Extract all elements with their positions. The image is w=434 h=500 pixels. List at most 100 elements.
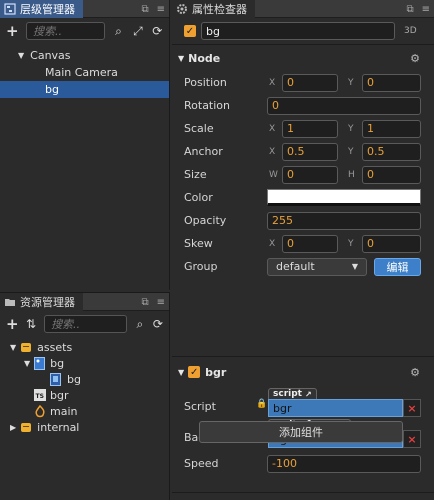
refresh-icon[interactable]: ⟳ <box>152 24 163 38</box>
script-type-label: script <box>273 389 302 399</box>
script-asset-field[interactable]: bgr <box>268 399 403 417</box>
clear-icon: × <box>407 432 417 446</box>
background-clear-button[interactable]: × <box>403 430 421 448</box>
open-link-icon[interactable]: ↗ <box>305 390 312 399</box>
group-select[interactable]: default ▼ <box>267 257 367 276</box>
settings-gear-icon[interactable]: ⚙ <box>410 52 420 65</box>
skew-label: Skew <box>184 237 213 250</box>
opacity-input[interactable]: 255 <box>267 211 421 230</box>
speed-input[interactable]: -100 <box>267 454 421 473</box>
collapse-arrow-icon[interactable]: ▼ <box>178 54 184 63</box>
collapse-arrow-icon[interactable]: ▼ <box>18 51 24 60</box>
collapse-arrow-icon[interactable]: ▼ <box>10 343 16 352</box>
clear-icon: × <box>407 401 417 415</box>
speed-label: Speed <box>184 457 219 470</box>
opacity-label: Opacity <box>184 214 227 227</box>
axis-x-label: X <box>269 146 276 157</box>
speed-value: -100 <box>272 457 297 470</box>
asset-folder-internal[interactable]: ▶ internal <box>0 419 169 435</box>
component-enabled-checkbox[interactable]: ✓ <box>188 366 201 378</box>
asset-script-bgr[interactable]: TS bgr <box>0 387 169 403</box>
node-section-header[interactable]: ▼ Node ⚙ <box>172 48 434 68</box>
search-icon[interactable]: ⌕ <box>113 24 124 39</box>
position-y-input[interactable]: 0 <box>362 73 421 92</box>
popout-icon[interactable]: ⧉ <box>406 4 413 15</box>
scale-x-input[interactable]: 1 <box>282 119 338 138</box>
settings-gear-icon[interactable]: ⚙ <box>410 366 420 379</box>
anchor-y-input[interactable]: 0.5 <box>362 142 421 161</box>
prop-script: Script 🔒 script ↗ bgr × <box>172 388 434 417</box>
node-name-field[interactable]: bg <box>201 22 395 40</box>
hierarchy-tabbar: 层级管理器 ⧉ ≡ <box>0 0 169 18</box>
add-node-icon[interactable]: + <box>6 22 19 40</box>
component-header[interactable]: ▼ ✓ bgr ⚙ <box>172 362 434 382</box>
asset-spriteframe-bg[interactable]: bg <box>0 371 169 387</box>
expand-arrow-icon[interactable]: ▶ <box>10 423 16 432</box>
assets-search-input[interactable]: 搜索.. <box>44 315 127 333</box>
tree-node-label: Canvas <box>30 49 71 62</box>
add-asset-icon[interactable]: + <box>6 315 19 333</box>
expand-icon[interactable]: ⤢ <box>132 24 143 39</box>
tree-node-main-camera[interactable]: Main Camera <box>0 64 169 81</box>
axis-w-label: W <box>269 169 278 180</box>
assets-panel: 资源管理器 ⧉ ≡ + ⇅ 搜索.. ⌕ ⟳ ▼ assets ▼ bg bg <box>0 292 170 500</box>
refresh-icon[interactable]: ⟳ <box>153 317 163 331</box>
prop-rotation: Rotation 0 <box>172 94 434 117</box>
menu-icon[interactable]: ≡ <box>157 4 165 15</box>
position-x-input[interactable]: 0 <box>282 73 338 92</box>
size-h-input[interactable]: 0 <box>362 165 421 184</box>
asset-scene-main[interactable]: main <box>0 403 169 419</box>
assets-toolbar: + ⇅ 搜索.. ⌕ ⟳ <box>0 311 169 337</box>
size-h-value: 0 <box>367 168 374 181</box>
divider <box>172 44 434 45</box>
asset-texture-bg[interactable]: ▼ bg <box>0 355 169 371</box>
hierarchy-icon <box>4 3 16 15</box>
tab-hierarchy[interactable]: 层级管理器 <box>0 0 83 18</box>
rotation-input[interactable]: 0 <box>267 96 421 115</box>
collapse-arrow-icon[interactable]: ▼ <box>24 359 30 368</box>
skew-x-input[interactable]: 0 <box>282 234 338 253</box>
size-label: Size <box>184 168 207 181</box>
menu-icon[interactable]: ≡ <box>157 297 165 308</box>
anchor-x-input[interactable]: 0.5 <box>282 142 338 161</box>
scale-x-value: 1 <box>287 122 294 135</box>
axis-x-label: X <box>269 238 276 249</box>
prop-group: Group default ▼ 编辑 <box>172 255 434 278</box>
prop-skew: Skew X 0 Y 0 <box>172 232 434 255</box>
position-label: Position <box>184 76 227 89</box>
component-title: bgr <box>205 365 227 379</box>
asset-label: bgr <box>50 388 69 402</box>
skew-y-value: 0 <box>367 237 374 250</box>
tree-node-bg[interactable]: bg <box>0 81 169 98</box>
menu-icon[interactable]: ≡ <box>422 4 430 15</box>
hierarchy-search-input[interactable]: 搜索.. <box>26 22 105 40</box>
node-section-title: Node <box>188 51 221 65</box>
add-component-button[interactable]: 添加组件 <box>199 421 403 443</box>
prop-color: Color <box>172 186 434 209</box>
collapse-arrow-icon[interactable]: ▼ <box>178 368 184 377</box>
color-swatch[interactable] <box>267 189 421 206</box>
size-w-input[interactable]: 0 <box>282 165 338 184</box>
scale-y-input[interactable]: 1 <box>362 119 421 138</box>
group-edit-button[interactable]: 编辑 <box>374 257 421 276</box>
sort-icon[interactable]: ⇅ <box>26 317 36 331</box>
tab-assets[interactable]: 资源管理器 <box>0 293 83 311</box>
asset-folder-assets[interactable]: ▼ assets <box>0 339 169 355</box>
tree-node-canvas[interactable]: ▼ Canvas <box>0 47 169 64</box>
skew-y-input[interactable]: 0 <box>362 234 421 253</box>
inspector-tab-controls: ⧉ ≡ <box>406 0 430 18</box>
color-label: Color <box>184 191 213 204</box>
popout-icon[interactable]: ⧉ <box>141 4 148 15</box>
script-clear-button[interactable]: × <box>403 399 421 417</box>
node-active-checkbox[interactable]: ✓ <box>184 25 196 37</box>
search-icon[interactable]: ⌕ <box>135 317 145 332</box>
position-y-value: 0 <box>367 76 374 89</box>
popout-icon[interactable]: ⧉ <box>141 297 148 308</box>
asset-label: internal <box>37 420 80 434</box>
tab-inspector[interactable]: 属性检查器 <box>172 0 255 18</box>
script-type-tag: script ↗ <box>268 388 317 399</box>
anchor-x-value: 0.5 <box>287 145 305 158</box>
prop-position: Position X 0 Y 0 <box>172 71 434 94</box>
scale-label: Scale <box>184 122 214 135</box>
mode-3d-toggle[interactable]: 3D <box>404 26 417 36</box>
